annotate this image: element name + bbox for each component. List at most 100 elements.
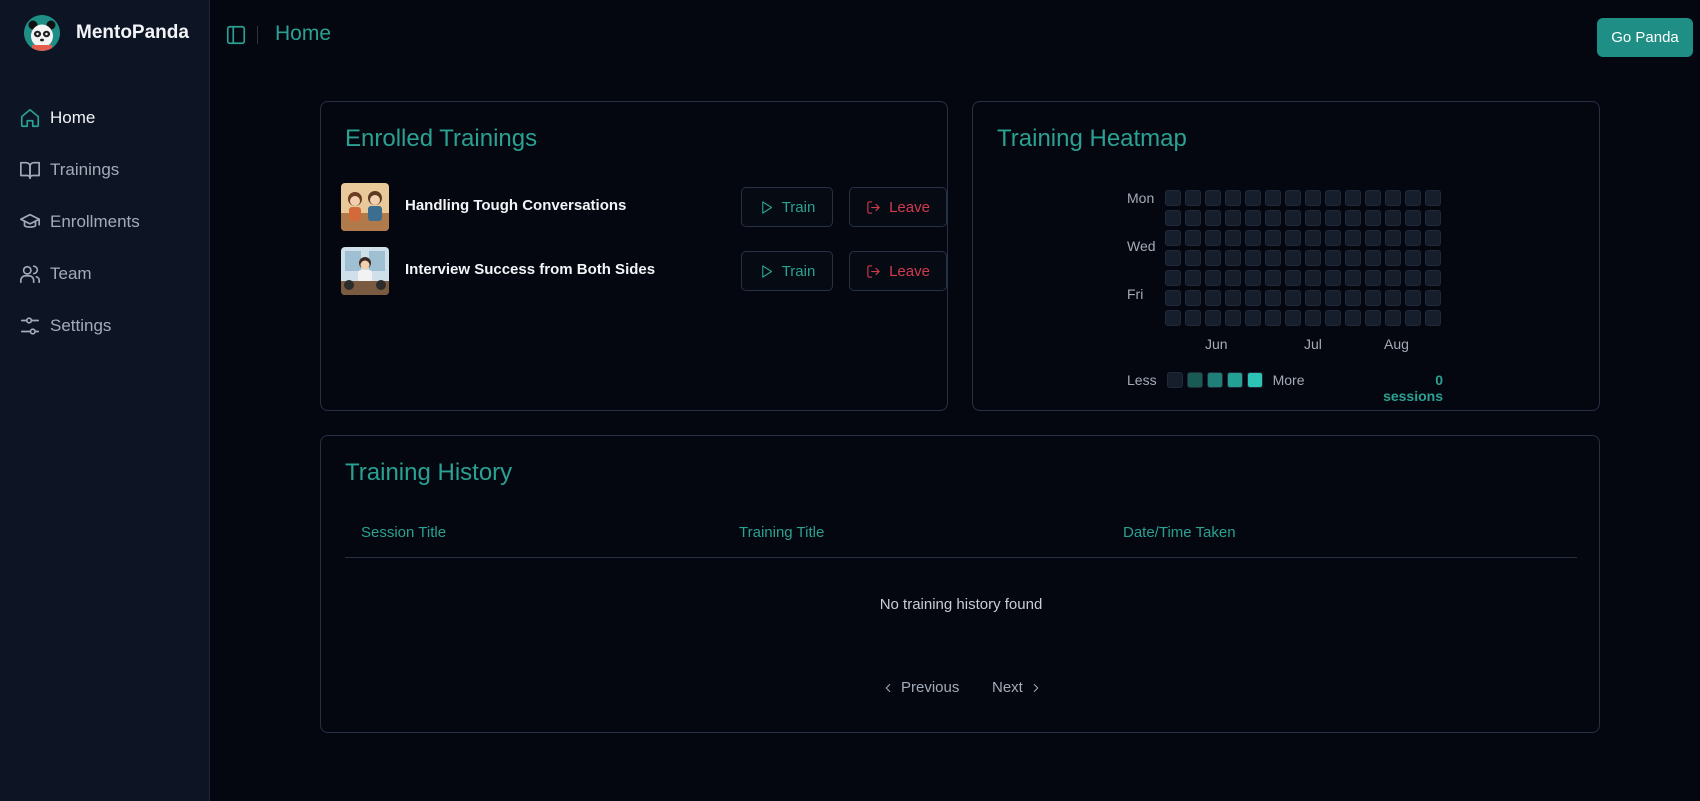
heatmap-cell — [1165, 250, 1181, 266]
sidebar-item-team[interactable]: Team — [18, 248, 198, 300]
heatmap-cell — [1365, 210, 1381, 226]
leave-button[interactable]: Leave — [849, 187, 947, 227]
sidebar-item-home[interactable]: Home — [18, 92, 198, 144]
go-panda-button[interactable]: Go Panda — [1597, 18, 1693, 57]
heatmap-cell — [1365, 230, 1381, 246]
heatmap-cell — [1285, 190, 1301, 206]
leave-button-label: Leave — [889, 198, 930, 216]
heatmap-cell — [1405, 310, 1421, 326]
heatmap-cell — [1165, 210, 1181, 226]
users-icon — [18, 262, 42, 286]
heatmap-cell — [1365, 310, 1381, 326]
heatmap-cell — [1245, 210, 1261, 226]
column-header-training-title[interactable]: Training Title — [739, 524, 824, 541]
heatmap-cell — [1245, 230, 1261, 246]
heatmap-cell — [1405, 230, 1421, 246]
previous-page-button[interactable]: Previous — [881, 679, 959, 696]
home-icon — [18, 106, 42, 130]
legend-swatch — [1246, 372, 1263, 388]
sidebar: MentoPanda Home Trainings Enrollments Te… — [0, 0, 210, 801]
enrolled-trainings-card: Enrolled Trainings Handling Tough Conver… — [320, 101, 948, 411]
heatmap-cell — [1225, 270, 1241, 286]
heatmap-cell — [1385, 290, 1401, 306]
training-row: Handling Tough Conversations Train Leave — [341, 182, 947, 232]
heatmap-cell — [1225, 310, 1241, 326]
heatmap-cell — [1205, 270, 1221, 286]
sidebar-item-label: Trainings — [50, 160, 120, 179]
sidebar-toggle-button[interactable] — [225, 24, 247, 46]
heatmap-cell — [1405, 250, 1421, 266]
heatmap-cell — [1265, 190, 1281, 206]
heatmap-cell — [1185, 190, 1201, 206]
app-name: MentoPanda — [76, 22, 189, 43]
heatmap-cell — [1225, 190, 1241, 206]
empty-state: No training history found — [879, 596, 1043, 613]
sliders-icon — [18, 314, 42, 338]
day-label: Fri — [1127, 286, 1144, 302]
heatmap-cell — [1285, 230, 1301, 246]
heatmap-title: Training Heatmap — [997, 125, 1187, 152]
column-header-session-title[interactable]: Session Title — [361, 524, 446, 541]
train-button[interactable]: Train — [741, 187, 833, 227]
heatmap-cell — [1425, 310, 1441, 326]
leave-button[interactable]: Leave — [849, 251, 947, 291]
heatmap-cell — [1425, 230, 1441, 246]
heatmap-cell — [1405, 270, 1421, 286]
heatmap-cell — [1365, 250, 1381, 266]
sidebar-item-trainings[interactable]: Trainings — [18, 144, 198, 196]
month-label: Jul — [1304, 336, 1322, 352]
heatmap-cell — [1385, 310, 1401, 326]
heatmap-cell — [1185, 250, 1201, 266]
log-out-icon — [867, 264, 880, 278]
heatmap-cell — [1165, 190, 1181, 206]
day-label: Wed — [1127, 238, 1156, 254]
heatmap-cell — [1325, 210, 1341, 226]
heatmap-cell — [1245, 290, 1261, 306]
heatmap-cell — [1185, 210, 1201, 226]
heatmap-cell — [1205, 310, 1221, 326]
heatmap-cell — [1225, 230, 1241, 246]
enrolled-trainings-title: Enrolled Trainings — [345, 125, 538, 152]
heatmap-cell — [1405, 210, 1421, 226]
month-label: Jun — [1205, 336, 1228, 352]
graduation-cap-icon — [18, 210, 42, 234]
train-button[interactable]: Train — [741, 251, 833, 291]
legend-less-label: Less — [1127, 372, 1157, 388]
heatmap-cell — [1325, 270, 1341, 286]
heatmap-cell — [1425, 250, 1441, 266]
heatmap-cell — [1385, 210, 1401, 226]
heatmap-cell — [1365, 190, 1381, 206]
heatmap-legend: Less More — [1127, 372, 1304, 388]
next-page-button[interactable]: Next — [992, 679, 1043, 696]
training-thumbnail — [341, 247, 389, 295]
sidebar-item-enrollments[interactable]: Enrollments — [18, 196, 198, 248]
heatmap-cell — [1285, 290, 1301, 306]
brand[interactable]: MentoPanda — [24, 15, 189, 51]
next-label: Next — [992, 679, 1023, 696]
heatmap-cell — [1365, 270, 1381, 286]
sidebar-item-label: Team — [50, 264, 92, 283]
heatmap-cell — [1225, 210, 1241, 226]
heatmap-cell — [1385, 250, 1401, 266]
heatmap-cell — [1385, 230, 1401, 246]
heatmap-cell — [1305, 190, 1321, 206]
chevron-left-icon — [885, 683, 891, 692]
heatmap-cell — [1205, 190, 1221, 206]
heatmap-cell — [1305, 290, 1321, 306]
heatmap-cell — [1185, 290, 1201, 306]
previous-label: Previous — [901, 679, 960, 696]
column-header-date-time[interactable]: Date/Time Taken — [1123, 524, 1236, 541]
heatmap-cell — [1265, 290, 1281, 306]
sidebar-item-settings[interactable]: Settings — [18, 300, 198, 352]
heatmap-cell — [1425, 290, 1441, 306]
legend-swatch — [1166, 372, 1183, 388]
training-history-card: Training History Session Title Training … — [320, 435, 1600, 733]
heatmap-cell — [1165, 270, 1181, 286]
heatmap-cell — [1305, 210, 1321, 226]
heatmap-cell — [1385, 270, 1401, 286]
sidebar-item-label: Enrollments — [50, 212, 140, 231]
heatmap-cell — [1325, 190, 1341, 206]
heatmap-cell — [1345, 190, 1361, 206]
log-out-icon — [867, 200, 880, 214]
heatmap-cell — [1245, 250, 1261, 266]
